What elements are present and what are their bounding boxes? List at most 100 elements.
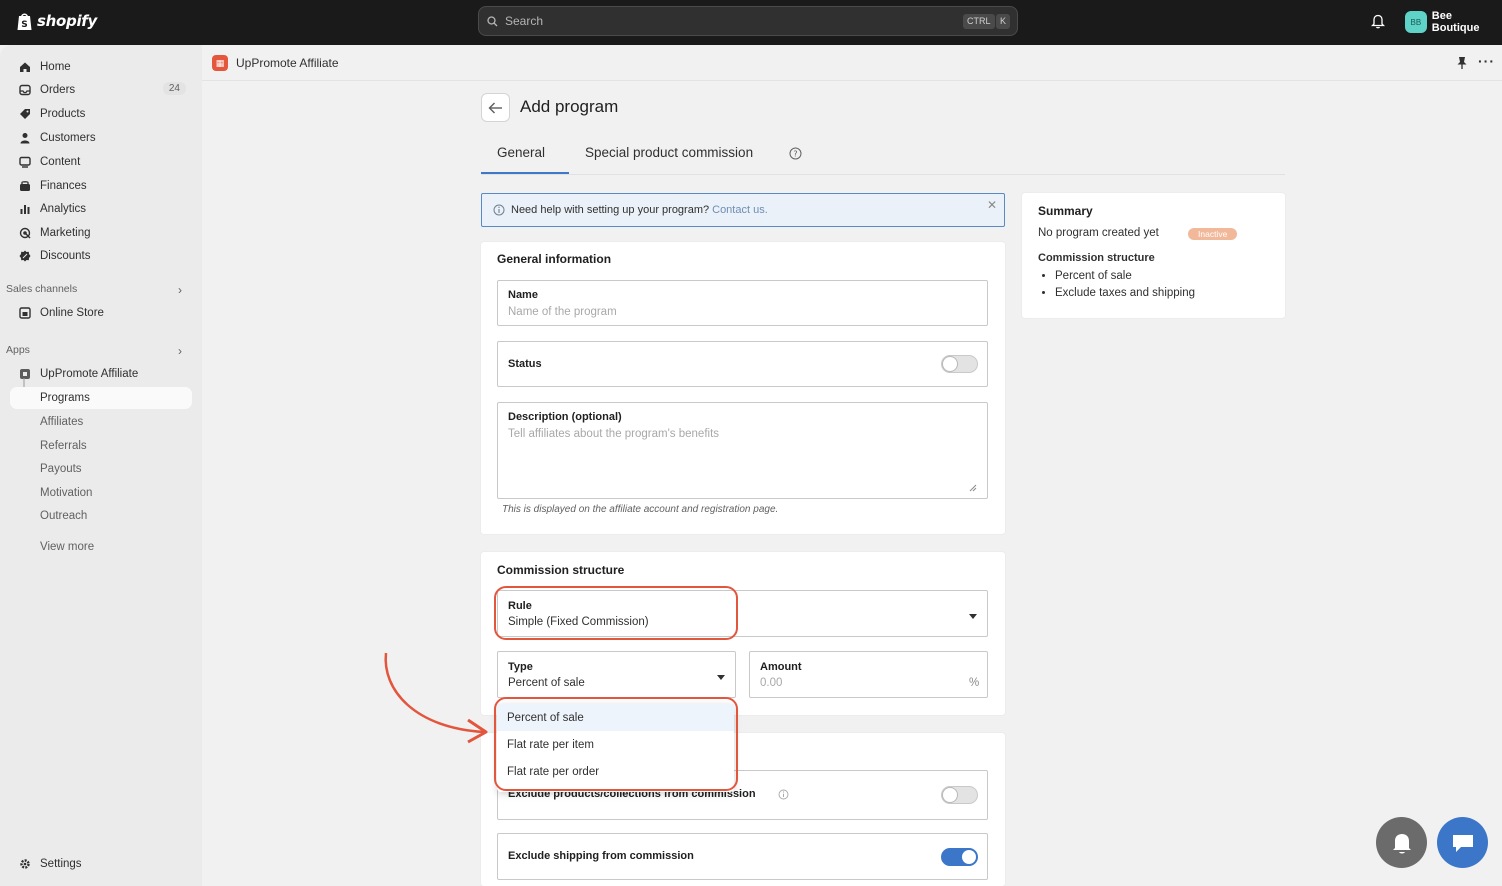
sidebar-item-outreach[interactable]: Outreach	[10, 505, 192, 527]
exclude-shipping-field: Exclude shipping from commission	[497, 833, 988, 880]
shopping-bag-icon: S	[17, 13, 32, 30]
no-program-text: No program created yet	[1038, 227, 1159, 239]
annotation-arrow-icon	[384, 652, 488, 744]
sidebar-item-payouts[interactable]: Payouts	[10, 458, 192, 480]
notifications-float-button[interactable]	[1376, 817, 1427, 868]
tab-general[interactable]: General	[497, 145, 545, 160]
tab-special-product-commission[interactable]: Special product commission	[585, 145, 753, 160]
sidebar-item-label: Finances	[40, 180, 87, 192]
toggle-knob	[943, 357, 957, 371]
amount-placeholder: 0.00	[760, 677, 783, 689]
view-more-link[interactable]: View more	[10, 536, 192, 558]
sidebar-item-label: Analytics	[40, 203, 87, 215]
amount-label: Amount	[760, 661, 802, 673]
chevron-right-icon[interactable]: ›	[178, 344, 182, 358]
app-title: UpPromote Affiliate	[236, 56, 339, 70]
chat-float-button[interactable]	[1437, 817, 1488, 868]
list-item: Percent of sale	[1055, 268, 1195, 285]
info-icon[interactable]	[778, 789, 789, 800]
sidebar-item-label: Settings	[40, 858, 82, 870]
sidebar-item-affiliates[interactable]: Affiliates	[10, 411, 192, 433]
sidebar-item-content[interactable]: Content	[10, 151, 192, 173]
search-placeholder: Search	[505, 14, 544, 28]
description-hint: This is displayed on the affiliate accou…	[502, 504, 779, 515]
bell-icon	[1392, 833, 1411, 853]
sales-channels-heading: Sales channels	[6, 283, 78, 295]
uppromote-logo-icon: ▦	[212, 55, 228, 71]
sidebar-item-finances[interactable]: Finances	[10, 175, 192, 197]
bar-chart-icon	[18, 203, 31, 216]
sidebar-item-orders[interactable]: Orders 24	[10, 79, 192, 101]
help-circle-icon[interactable]: ?	[789, 147, 802, 160]
type-select[interactable]: Type Percent of sale	[497, 651, 736, 698]
contact-us-link[interactable]: Contact us.	[712, 204, 768, 216]
amount-field[interactable]: Amount 0.00 %	[749, 651, 988, 698]
sidebar-item-motivation[interactable]: Motivation	[10, 482, 192, 504]
summary-list: Percent of sale Exclude taxes and shippi…	[1055, 268, 1195, 302]
sidebar-item-label: Online Store	[40, 307, 104, 319]
sidebar-item-online-store[interactable]: Online Store	[10, 302, 192, 324]
dropdown-highlight-box	[494, 697, 738, 791]
store-avatar: BB	[1405, 11, 1427, 33]
arrow-left-icon	[488, 102, 502, 113]
sidebar-item-label: UpPromote Affiliate	[40, 368, 139, 380]
store-menu[interactable]: BB Bee Boutique	[1405, 10, 1502, 34]
back-button[interactable]	[481, 93, 510, 122]
caret-down-icon	[717, 675, 725, 680]
status-toggle[interactable]	[941, 355, 978, 373]
tabs-divider	[481, 174, 1285, 175]
exclude-products-toggle[interactable]	[941, 786, 978, 804]
sidebar-item-label: Discounts	[40, 250, 91, 262]
name-field[interactable]: Name Name of the program	[497, 280, 988, 326]
description-label: Description (optional)	[508, 411, 622, 423]
search-bar[interactable]: Search CTRL K	[478, 6, 1018, 36]
name-placeholder: Name of the program	[508, 306, 617, 318]
view-more-label: View more	[40, 541, 95, 553]
chevron-right-icon[interactable]: ›	[178, 283, 182, 297]
list-item: Exclude taxes and shipping	[1055, 285, 1195, 302]
description-field[interactable]: Description (optional) Tell affiliates a…	[497, 402, 988, 499]
sidebar-item-settings[interactable]: Settings	[10, 853, 192, 875]
type-value: Percent of sale	[508, 677, 585, 689]
active-tab-indicator	[481, 172, 569, 174]
exclude-shipping-toggle[interactable]	[941, 848, 978, 866]
sidebar-item-referrals[interactable]: Referrals	[10, 435, 192, 457]
store-icon	[18, 307, 31, 320]
sidebar-item-uppromote[interactable]: UpPromote Affiliate	[10, 363, 192, 385]
tag-icon	[18, 108, 31, 121]
resize-handle-icon[interactable]	[969, 484, 977, 492]
caret-down-icon	[969, 614, 977, 619]
summary-card: Summary No program created yet Inactive …	[1022, 193, 1285, 318]
app-header	[202, 45, 1502, 81]
sidebar-item-label: Payouts	[40, 463, 82, 475]
help-banner-text: Need help with setting up your program?	[511, 204, 710, 216]
info-icon	[493, 204, 505, 216]
summary-commission-heading: Commission structure	[1038, 252, 1155, 264]
orders-icon	[18, 84, 31, 97]
sidebar-item-programs[interactable]: Programs	[10, 387, 192, 409]
more-options-icon[interactable]: ···	[1478, 53, 1495, 69]
toggle-knob	[962, 850, 976, 864]
sidebar-item-customers[interactable]: Customers	[10, 127, 192, 149]
notification-bell-icon[interactable]	[1371, 13, 1385, 29]
sidebar-item-label: Customers	[40, 132, 96, 144]
shortcut-k-key: K	[996, 14, 1011, 29]
shopify-logo[interactable]: S shopify	[16, 11, 97, 31]
status-badge: Inactive	[1188, 228, 1238, 240]
chat-bubble-icon	[1452, 834, 1473, 852]
close-icon[interactable]: ✕	[987, 198, 997, 212]
sidebar-item-marketing[interactable]: Marketing	[10, 222, 192, 244]
svg-text:S: S	[21, 20, 27, 30]
pin-icon[interactable]	[1456, 56, 1468, 70]
name-label: Name	[508, 289, 538, 301]
brand-name: shopify	[37, 12, 97, 30]
sidebar-item-home[interactable]: Home	[10, 56, 192, 78]
sidebar-item-label: Home	[40, 61, 71, 73]
content-icon	[18, 156, 31, 169]
sidebar-item-discounts[interactable]: Discounts	[10, 245, 192, 267]
sidebar-item-label: Content	[40, 156, 81, 168]
sidebar-item-products[interactable]: Products	[10, 103, 192, 125]
sidebar-item-analytics[interactable]: Analytics	[10, 198, 192, 220]
svg-text:?: ?	[793, 150, 797, 159]
sidebar-item-label: Affiliates	[40, 416, 84, 428]
